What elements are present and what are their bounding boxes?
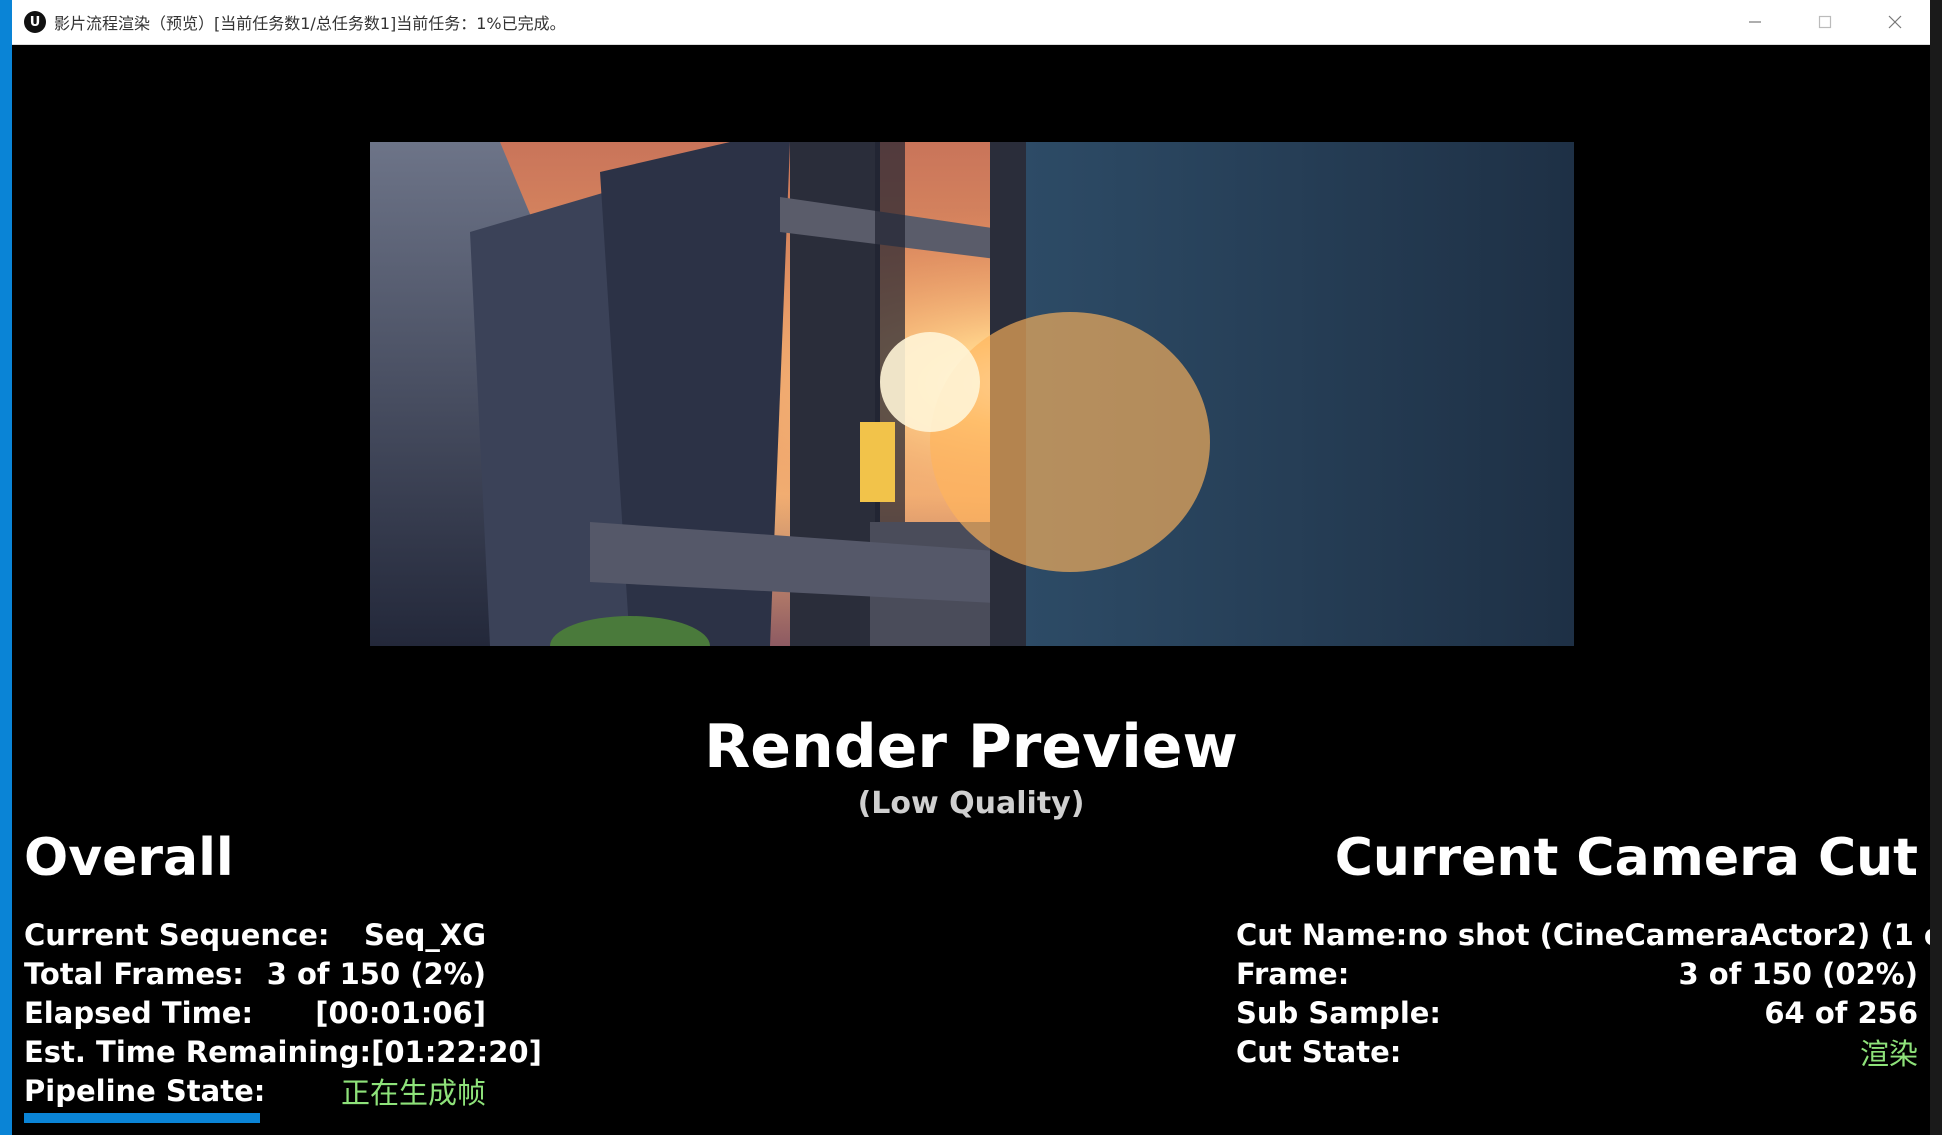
pipeline-state-label: Pipeline State: [24,1073,266,1108]
camera-cut-row: Frame: 3 of 150 (02%) [1236,954,1918,993]
city-sunset-render [370,142,1574,646]
current-sequence-label: Current Sequence: [24,917,330,952]
minimize-icon [1749,21,1761,23]
current-sequence-value: Seq_XG [364,917,486,952]
overall-title: Overall [24,828,234,888]
overall-row: Est. Time Remaining: [01:22:20] [24,1032,542,1071]
time-remaining-value: [01:22:20] [371,1034,542,1069]
render-preview-image [370,142,1574,646]
overall-row: Elapsed Time: [00:01:06] [24,993,486,1032]
cut-name-value: no shot (CineCameraActor2) (1 of 1) [1407,917,1930,952]
total-frames-value: 3 of 150 (2%) [266,956,486,991]
elapsed-time-label: Elapsed Time: [24,995,254,1030]
maximize-button[interactable] [1790,0,1860,44]
frame-value: 3 of 150 (02%) [1678,956,1918,991]
desktop-background-right [1930,0,1942,1135]
elapsed-time-value: [00:01:06] [315,995,486,1030]
maximize-icon [1818,15,1832,29]
close-icon [1888,15,1902,29]
unreal-engine-logo-icon: U [24,11,46,33]
frame-label: Frame: [1236,956,1350,991]
camera-cut-row: Cut State: 渲染 [1236,1032,1918,1071]
render-preview-heading: Render Preview [704,712,1238,782]
overall-stats: Current Sequence: Seq_XG Total Frames: 3… [24,915,542,1110]
render-preview-subheading: (Low Quality) [857,786,1085,821]
window-title: 影片流程渲染（预览）[当前任务数1/总任务数1]当前任务：1%已完成。 [54,14,566,33]
camera-cut-row: Sub Sample: 64 of 256 [1236,993,1918,1032]
taskbar-accent [24,1113,260,1123]
time-remaining-label: Est. Time Remaining: [24,1034,372,1069]
overall-row: Pipeline State: 正在生成帧 [24,1071,486,1110]
movie-render-preview-window: U 影片流程渲染（预览）[当前任务数1/总任务数1]当前任务：1%已完成。 Re… [12,0,1930,1123]
cut-state-label: Cut State: [1236,1034,1402,1069]
window-controls [1720,0,1930,44]
total-frames-label: Total Frames: [24,956,244,991]
camera-cut-stats: Cut Name: no shot (CineCameraActor2) (1 … [1236,915,1930,1071]
camera-cut-title: Current Camera Cut [1334,828,1918,888]
window-titlebar[interactable]: U 影片流程渲染（预览）[当前任务数1/总任务数1]当前任务：1%已完成。 [12,0,1930,45]
overall-row: Total Frames: 3 of 150 (2%) [24,954,486,993]
sub-sample-label: Sub Sample: [1236,995,1442,1030]
pipeline-state-value: 正在生成帧 [340,1075,486,1110]
minimize-button[interactable] [1720,0,1790,44]
cut-state-value: 渲染 [1859,1036,1918,1071]
desktop-background-left [0,0,12,1135]
cut-name-label: Cut Name: [1236,917,1408,952]
overall-row: Current Sequence: Seq_XG [24,915,486,954]
camera-cut-row: Cut Name: no shot (CineCameraActor2) (1 … [1236,915,1930,954]
close-button[interactable] [1860,0,1930,44]
sub-sample-value: 64 of 256 [1764,995,1918,1030]
